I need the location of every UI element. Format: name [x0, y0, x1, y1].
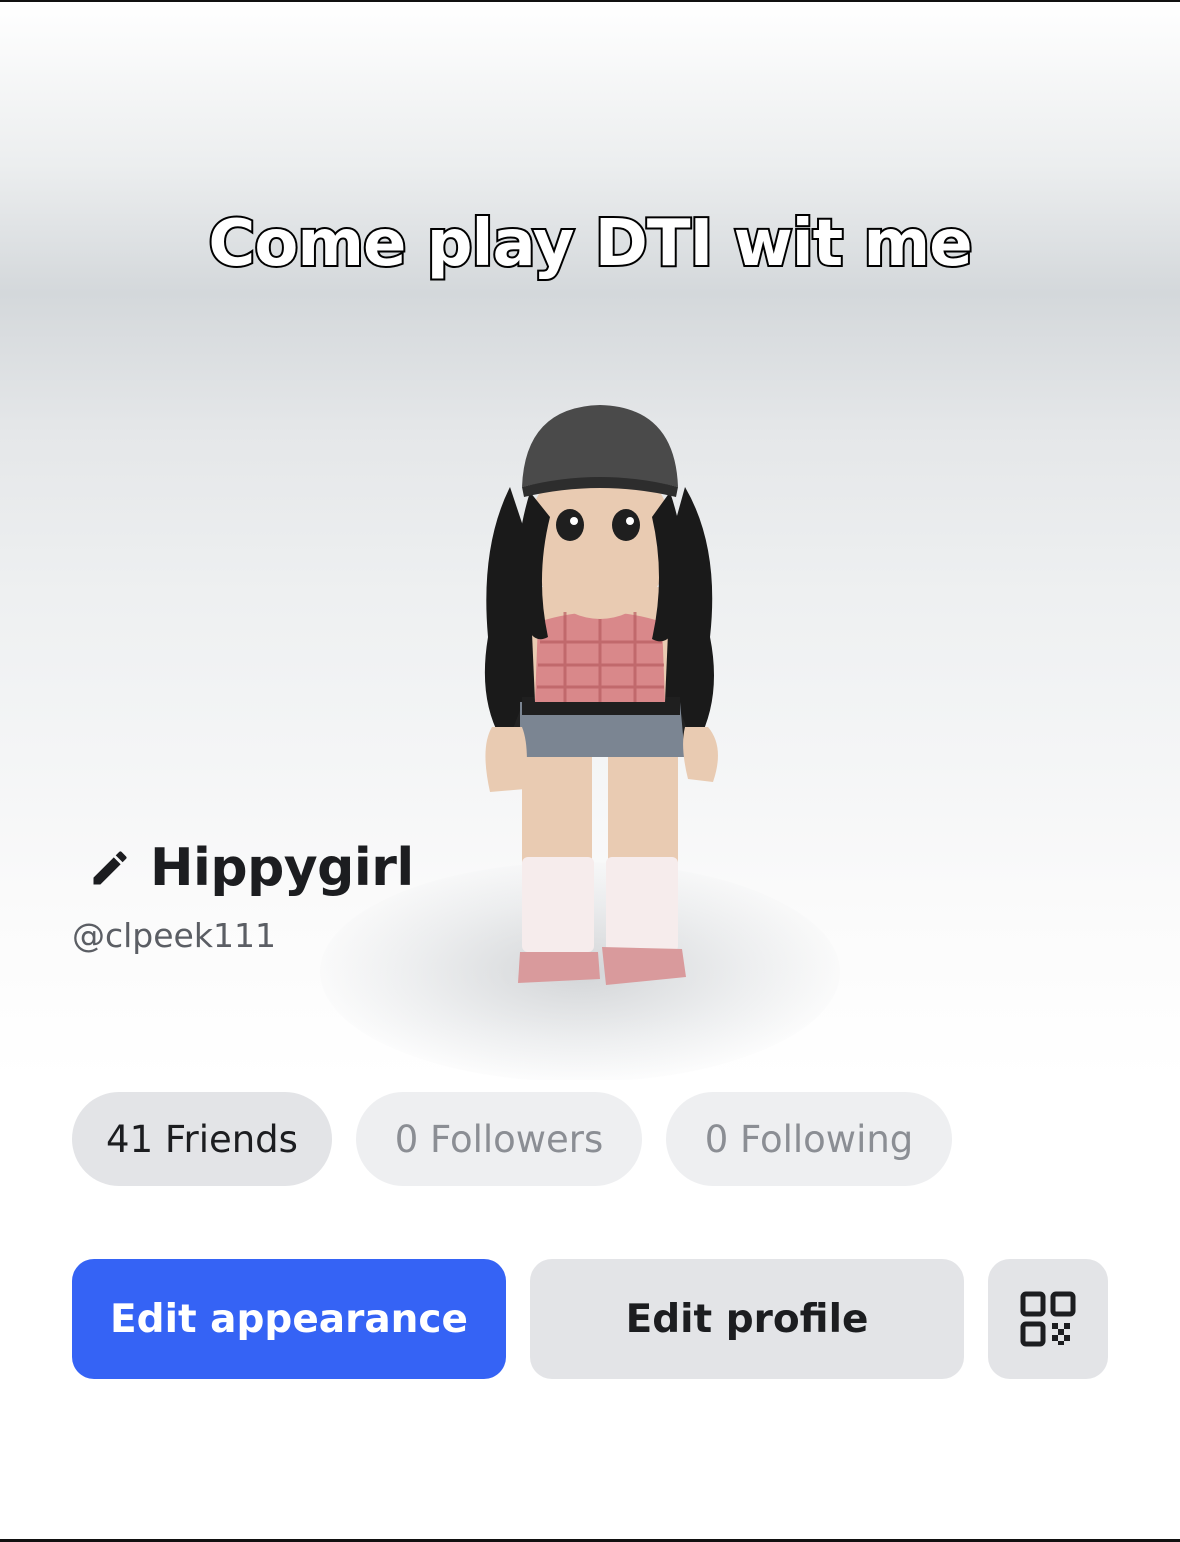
friends-label: 41 Friends	[106, 1117, 298, 1161]
avatar-shoe-left	[518, 952, 600, 983]
followers-label: 0 Followers	[394, 1117, 604, 1161]
qr-code-button[interactable]	[988, 1259, 1108, 1379]
avatar-arm-right	[683, 727, 718, 782]
avatar-sock-left	[522, 857, 594, 952]
edit-profile-button[interactable]: Edit profile	[530, 1259, 964, 1379]
display-name: Hippygirl	[150, 838, 414, 898]
edit-profile-label: Edit profile	[625, 1296, 869, 1342]
avatar-beanie	[522, 405, 678, 487]
avatar-character[interactable]	[430, 397, 770, 997]
caption-overlay: Come play DTI wit me	[206, 205, 974, 283]
display-name-row[interactable]: Hippygirl	[88, 838, 414, 898]
qr-code-icon	[1020, 1291, 1076, 1347]
following-pill[interactable]: 0 Following	[666, 1092, 952, 1186]
avatar-eye-left	[556, 509, 584, 541]
avatar-arm-left	[485, 727, 527, 792]
avatar-shoe-right	[602, 947, 686, 985]
avatar-sock-right	[606, 857, 678, 952]
following-label: 0 Following	[704, 1117, 914, 1161]
followers-pill[interactable]: 0 Followers	[356, 1092, 642, 1186]
pencil-icon[interactable]	[88, 846, 132, 890]
avatar-hero: Come play DTI wit me Hippygirl @clpeek11…	[0, 2, 1180, 1080]
username: @clpeek111	[72, 916, 276, 955]
friends-pill[interactable]: 41 Friends	[72, 1092, 332, 1186]
edit-appearance-label: Edit appearance	[110, 1296, 468, 1342]
edit-appearance-button[interactable]: Edit appearance	[72, 1259, 506, 1379]
avatar-eye-right	[612, 509, 640, 541]
